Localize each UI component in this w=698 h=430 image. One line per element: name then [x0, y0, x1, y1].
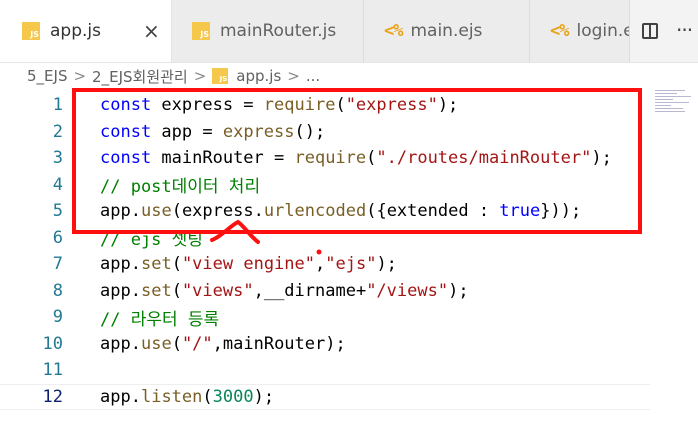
annotation-dot — [316, 249, 322, 255]
annotation-overlay — [210, 219, 322, 255]
annotation-underline-mark — [210, 219, 260, 244]
